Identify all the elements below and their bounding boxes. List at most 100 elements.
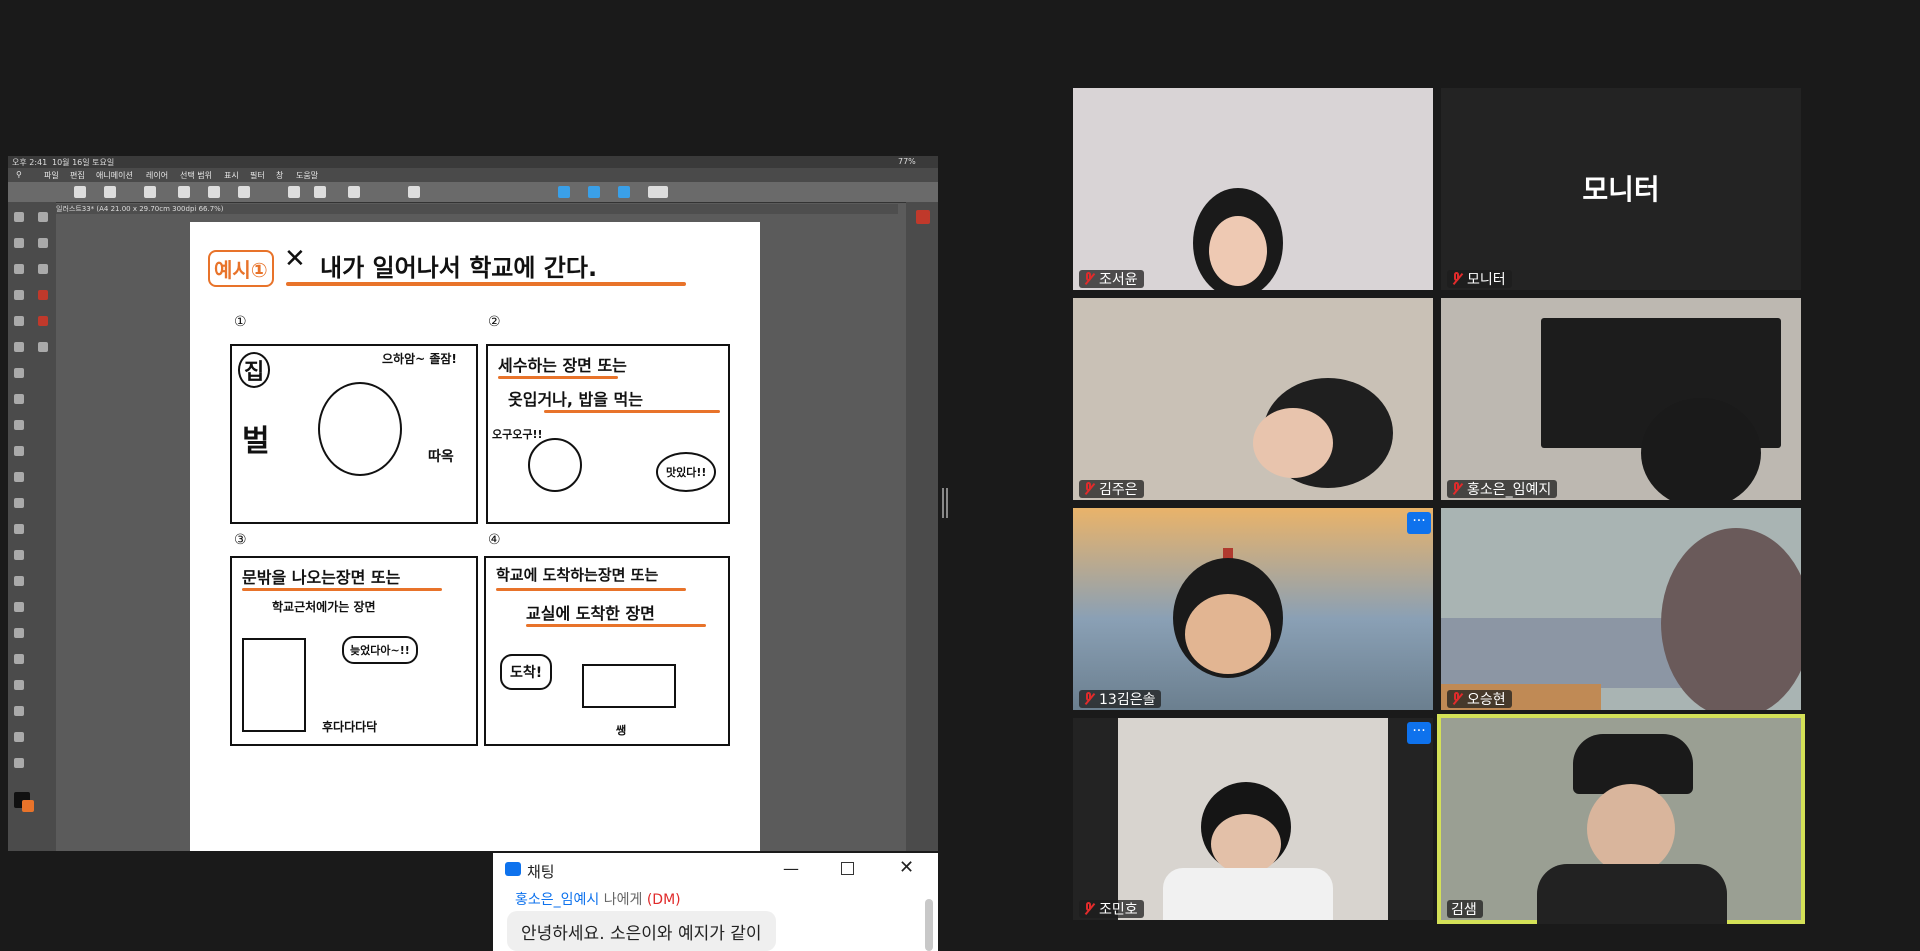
comic-panel-2: 세수하는 장면 또는 옷입거나, 밥을 먹는 오구오구!! 맛있다!!: [486, 344, 730, 524]
save-icon[interactable]: [238, 186, 250, 198]
tool-icon[interactable]: [14, 212, 24, 222]
panel-text: 교실에 도착한 장면: [526, 604, 655, 623]
menu-item[interactable]: 레이어: [146, 170, 168, 181]
tool-icon[interactable]: [14, 602, 24, 612]
help-icon[interactable]: [648, 186, 668, 198]
tool-icon[interactable]: [14, 758, 24, 768]
new-file-icon[interactable]: [178, 186, 190, 198]
video-tile[interactable]: 조서윤: [1073, 88, 1433, 290]
video-tile[interactable]: 홍소은_임예지: [1441, 298, 1801, 500]
menu-item[interactable]: 편집: [70, 170, 85, 181]
ipad-status-bar: 오후 2:41 10월 16일 토요일 77%: [8, 156, 938, 168]
layer-icon[interactable]: [104, 186, 116, 198]
tool-icon[interactable]: [14, 706, 24, 716]
tool-icon[interactable]: [14, 472, 24, 482]
more-options-button[interactable]: ···: [1407, 722, 1431, 744]
brush-icon[interactable]: [588, 186, 600, 198]
video-tile-active-speaker[interactable]: 김샘: [1437, 714, 1805, 924]
document-tab[interactable]: 일러스트33* (A4 21.00 x 29.70cm 300dpi 66.7%…: [56, 204, 898, 214]
chat-recipient: 나에게: [603, 892, 643, 908]
undo-icon[interactable]: [288, 186, 300, 198]
x-mark-icon: ✕: [284, 244, 306, 274]
tool-icon[interactable]: [14, 264, 24, 274]
close-icon[interactable]: ✕: [899, 857, 914, 878]
settings-icon[interactable]: [348, 186, 360, 198]
minimize-icon[interactable]: —: [783, 859, 799, 878]
pencil-icon[interactable]: [618, 186, 630, 198]
pen-icon[interactable]: [558, 186, 570, 198]
transform-icon[interactable]: [408, 186, 420, 198]
comic-panel-1: 집 벌 으하암~ 졸잠! 따옥: [230, 344, 478, 524]
mic-muted-icon: [1451, 692, 1463, 706]
menu-item[interactable]: 선택 범위: [180, 170, 212, 181]
menu-item[interactable]: 창: [276, 170, 283, 181]
tool-icon[interactable]: [38, 212, 48, 222]
video-tile[interactable]: 오승현: [1441, 508, 1801, 710]
character-drawing: [318, 382, 402, 476]
chat-sender[interactable]: 홍소은_임예시: [515, 892, 599, 908]
tool-icon[interactable]: [38, 290, 48, 300]
video-tile[interactable]: ··· 13김은솔: [1073, 508, 1433, 710]
video-tile[interactable]: 모니터 모니터: [1441, 88, 1801, 290]
tool-icon[interactable]: [14, 498, 24, 508]
tool-icon[interactable]: [14, 394, 24, 404]
view-icon[interactable]: [144, 186, 156, 198]
right-panel: [906, 202, 938, 851]
participant-nameplate: 13김은솔: [1079, 690, 1162, 708]
tool-icon[interactable]: [14, 550, 24, 560]
app-logo-icon: ⚲: [16, 170, 22, 179]
grid-icon[interactable]: [74, 186, 86, 198]
tool-icon[interactable]: [38, 342, 48, 352]
split-resize-handle[interactable]: [942, 488, 948, 518]
tool-icon[interactable]: [14, 628, 24, 638]
menu-item[interactable]: 애니메이션: [96, 170, 133, 181]
panel-number: ③: [234, 532, 247, 548]
tool-icon[interactable]: [14, 680, 24, 690]
participant-nameplate: 조서윤: [1079, 270, 1144, 288]
panel-text: 늦었다아~!!: [342, 636, 418, 664]
comic-panel-4: 학교에 도착하는장면 또는 교실에 도착한 장면 도착! 쌩: [484, 556, 730, 746]
tool-icon[interactable]: [14, 576, 24, 586]
tool-icon[interactable]: [14, 368, 24, 378]
participant-face: [1209, 216, 1267, 286]
color-swatch-icon[interactable]: [22, 800, 34, 812]
tool-icon[interactable]: [14, 342, 24, 352]
more-options-button[interactable]: ···: [1407, 512, 1431, 534]
maximize-icon[interactable]: [841, 862, 854, 875]
mic-muted-icon: [1083, 482, 1095, 496]
bed-drawing: [1441, 618, 1691, 688]
video-tile[interactable]: ··· 조민호: [1073, 718, 1433, 920]
redo-icon[interactable]: [314, 186, 326, 198]
layer-panel-icon[interactable]: [916, 210, 930, 224]
menu-item[interactable]: 필터: [250, 170, 265, 181]
tool-icon[interactable]: [38, 238, 48, 248]
tool-icon[interactable]: [14, 654, 24, 664]
menu-item[interactable]: 표시: [224, 170, 239, 181]
dm-tag: (DM): [646, 892, 681, 908]
tool-icon[interactable]: [14, 732, 24, 742]
open-file-icon[interactable]: [208, 186, 220, 198]
tool-icon[interactable]: [14, 238, 24, 248]
tool-icon[interactable]: [38, 264, 48, 274]
tool-icon[interactable]: [14, 524, 24, 534]
panel-text: 문밖을 나오는장면 또는: [242, 568, 401, 587]
panel-underline: [544, 410, 720, 413]
app-menubar: ⚲ 파일 편집 애니메이션 레이어 선택 범위 표시 필터 창 도움말: [8, 168, 938, 182]
panel-text: 따옥: [428, 449, 454, 465]
menu-item[interactable]: 도움말: [296, 170, 318, 181]
menu-item[interactable]: 파일: [44, 170, 59, 181]
chat-scrollbar[interactable]: [925, 899, 933, 951]
panel-number: ②: [488, 314, 501, 330]
tool-icon[interactable]: [14, 446, 24, 456]
tool-icon[interactable]: [38, 316, 48, 326]
panel-text: 옷입거나, 밥을 먹는: [508, 390, 643, 409]
chat-window: 채팅 — ✕ 홍소은_임예시 나에게 (DM) 안녕하세요. 소은이와 예지가 …: [493, 853, 938, 951]
mic-muted-icon: [1083, 902, 1095, 916]
panel-number: ④: [488, 532, 501, 548]
tool-icon[interactable]: [14, 420, 24, 430]
panel-underline: [496, 588, 686, 591]
tool-icon[interactable]: [14, 290, 24, 300]
tool-icon[interactable]: [14, 316, 24, 326]
participant-face: [1587, 784, 1675, 874]
video-tile[interactable]: 김주은: [1073, 298, 1433, 500]
